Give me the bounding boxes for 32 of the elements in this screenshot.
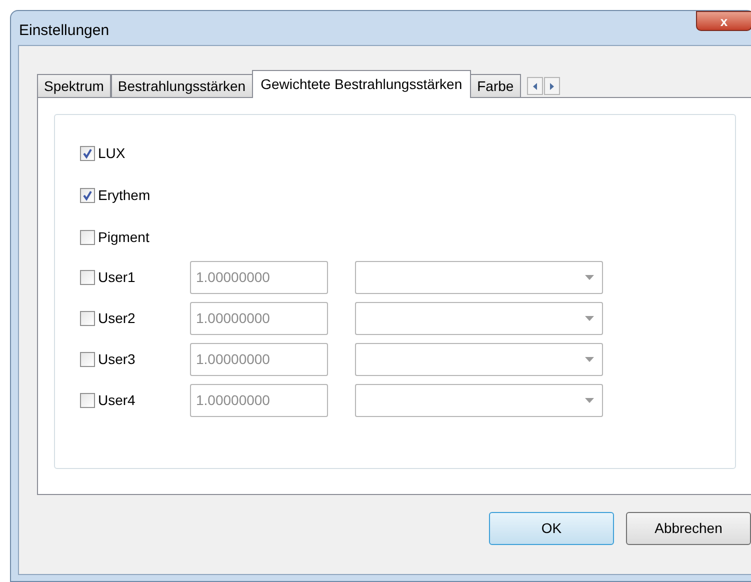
- close-button[interactable]: x: [696, 11, 751, 31]
- tab[interactable]: Bestrahlungsstärken: [110, 74, 253, 98]
- cancel-button[interactable]: Abbrechen: [626, 512, 751, 545]
- dropdown[interactable]: [355, 384, 603, 417]
- checkbox-label: User4: [98, 391, 136, 410]
- dropdown-arrow-icon: [585, 316, 594, 321]
- right-arrow-icon: [550, 82, 554, 90]
- ok-button[interactable]: OK: [489, 512, 614, 545]
- left-arrow-icon: [532, 82, 537, 90]
- tab[interactable]: Farbe: [470, 74, 521, 98]
- checkbox-label: User2: [98, 309, 136, 328]
- checkmark-icon: [82, 148, 93, 159]
- checkbox-label: User1: [98, 268, 136, 287]
- dropdown[interactable]: [355, 343, 603, 376]
- dropdown[interactable]: [355, 261, 603, 294]
- dropdown[interactable]: [355, 302, 603, 335]
- checkbox[interactable]: [80, 230, 95, 245]
- checkmark-icon: [82, 190, 93, 201]
- checkbox-label: Pigment: [98, 228, 150, 247]
- dropdown-arrow-icon: [585, 275, 594, 280]
- checkbox-label: LUX: [98, 144, 126, 163]
- tab-scroll-right-button[interactable]: [544, 77, 560, 95]
- checkbox-label: Erythem: [98, 186, 150, 205]
- tab-scroll-left-button[interactable]: [526, 77, 543, 95]
- dropdown-arrow-icon: [585, 357, 594, 362]
- dropdown-arrow-icon: [585, 398, 594, 403]
- window-title: Einstellungen: [19, 21, 110, 41]
- tab[interactable]: Spektrum: [37, 74, 111, 98]
- tab[interactable]: Gewichtete Bestrahlungsstärken: [252, 70, 472, 98]
- checkbox-label: User3: [98, 350, 136, 369]
- checkbox[interactable]: [80, 146, 95, 161]
- checkbox[interactable]: [80, 188, 95, 203]
